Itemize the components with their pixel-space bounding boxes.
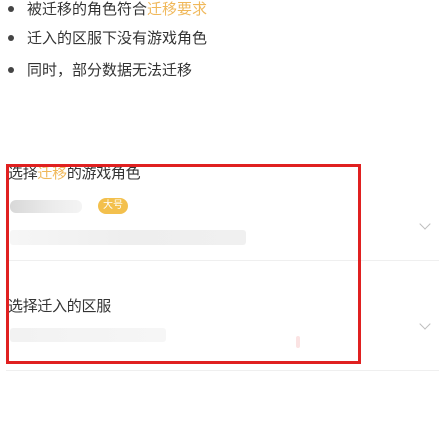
migration-requirement-link[interactable]: 迁移要求 <box>147 0 207 18</box>
bullet-dot-icon <box>8 35 14 41</box>
row-divider <box>6 370 439 371</box>
chevron-down-icon[interactable] <box>419 218 431 230</box>
requirement-item-role-eligible: 被迁移的角色符合迁移要求 <box>8 0 207 22</box>
requirement-text: 迁入的区服下没有游戏角色 <box>27 29 208 47</box>
title-suffix: 的游戏角色 <box>66 164 141 182</box>
select-target-server-row[interactable]: 选择迁入的区服 <box>6 286 439 371</box>
bullet-dot-icon <box>8 6 14 12</box>
blurred-role-name <box>10 200 82 213</box>
main-account-badge: 大号 <box>98 198 128 214</box>
blurred-target-server <box>10 328 166 342</box>
blurred-red-mark <box>296 336 300 348</box>
select-role-row[interactable]: 选择迁移的游戏角色 大号 <box>6 158 439 261</box>
requirement-item-data-loss: 同时，部分数据无法迁移 <box>8 54 207 86</box>
title-highlight: 迁移 <box>37 164 67 182</box>
requirement-text: 被迁移的角色符合 <box>27 0 148 18</box>
select-role-title: 选择迁移的游戏角色 <box>8 162 141 183</box>
select-server-title: 选择迁入的区服 <box>8 297 111 315</box>
requirement-text: 同时，部分数据无法迁移 <box>27 61 193 79</box>
blurred-role-server-info <box>10 230 246 245</box>
requirement-item-no-existing-role: 迁入的区服下没有游戏角色 <box>8 22 207 54</box>
chevron-down-icon[interactable] <box>419 318 431 330</box>
row-divider <box>6 260 439 261</box>
title-prefix: 选择 <box>8 164 38 182</box>
bullet-dot-icon <box>8 67 14 73</box>
migration-requirements-list: 被迁移的角色符合迁移要求 迁入的区服下没有游戏角色 同时，部分数据无法迁移 <box>8 0 207 86</box>
